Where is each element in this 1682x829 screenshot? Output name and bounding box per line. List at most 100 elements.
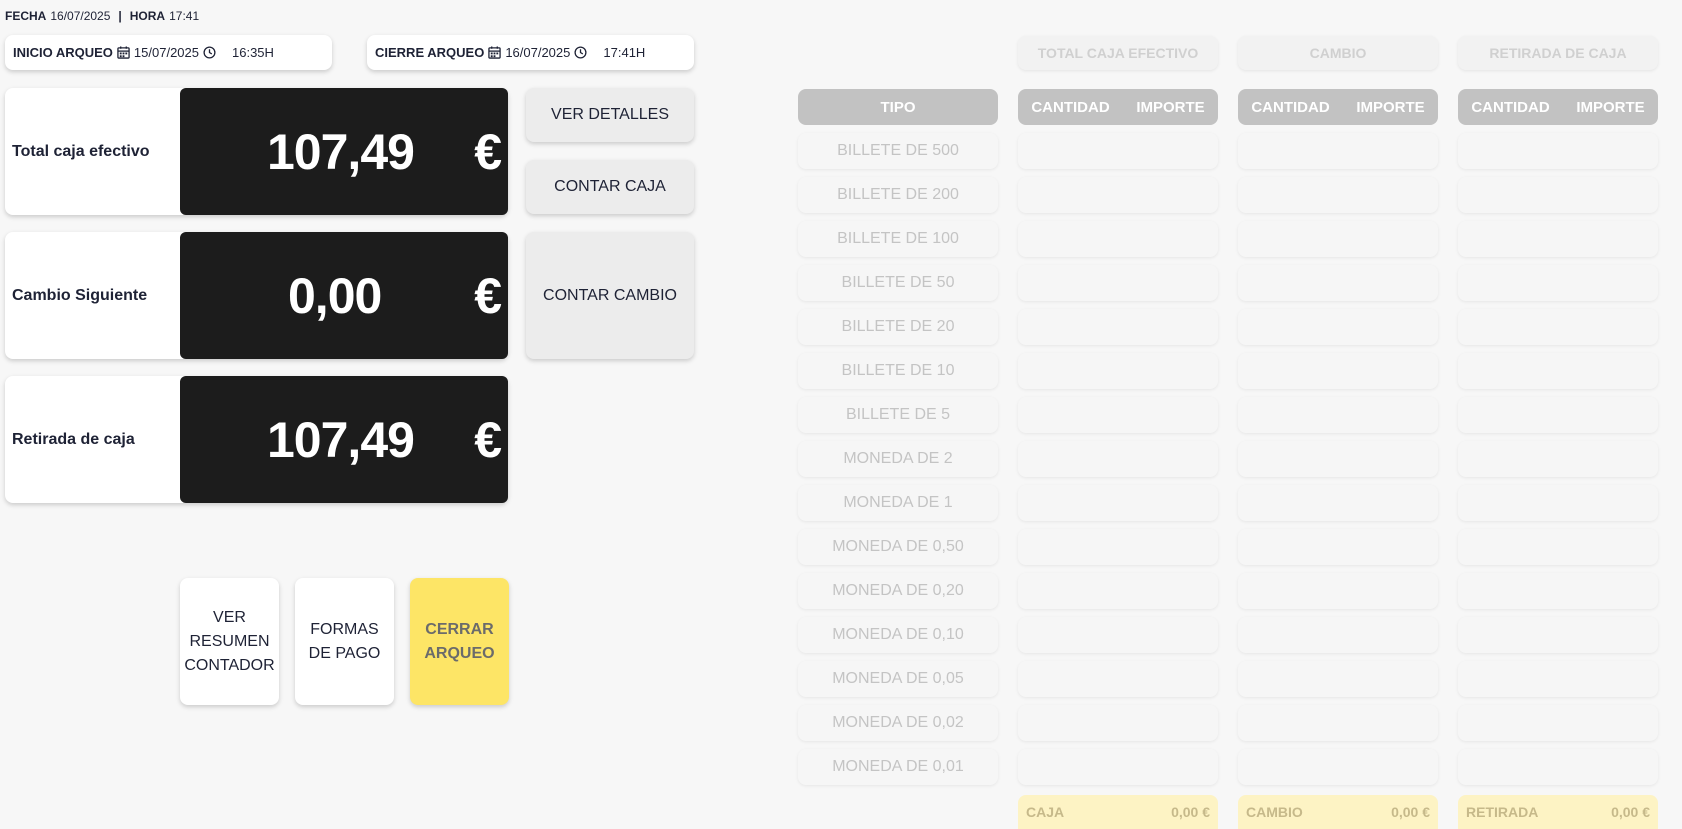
tipo-cell: BILLETE DE 5 (798, 397, 998, 433)
total-caja-cell[interactable] (1018, 309, 1218, 345)
retirada-de-caja-title: RETIRADA DE CAJA (1458, 36, 1658, 70)
retirada-cell[interactable] (1458, 529, 1658, 565)
ver-detalles-button[interactable]: VER DETALLES (526, 88, 694, 142)
retirada-header: CANTIDAD IMPORTE (1458, 89, 1658, 125)
retirada-cell[interactable] (1458, 705, 1658, 741)
cambio-cell[interactable] (1238, 485, 1438, 521)
fecha-label: FECHA (5, 9, 47, 23)
cierre-arqueo-time: 17:41H (603, 45, 646, 60)
cantidad-header: CANTIDAD (1031, 98, 1110, 116)
inicio-arqueo-date: 15/07/2025 (133, 45, 199, 60)
cambio-cell[interactable] (1238, 177, 1438, 213)
tipo-cell: MONEDA DE 0,05 (798, 661, 998, 697)
total-caja-label: Total caja efectivo (12, 142, 150, 160)
total-caja-cell[interactable] (1018, 441, 1218, 477)
cierre-arqueo-label: CIERRE ARQUEO (375, 45, 485, 60)
total-caja-cell[interactable] (1018, 705, 1218, 741)
cierre-arqueo-box[interactable]: CIERRE ARQUEO 16/07/2025 17:41H (367, 35, 694, 70)
inicio-arqueo-label: INICIO ARQUEO (13, 45, 113, 60)
total-caja-header: CANTIDAD IMPORTE (1018, 89, 1218, 125)
caja-total: CAJA 0,00 € (1018, 795, 1218, 829)
formas-de-pago-button[interactable]: FORMAS DE PAGO (295, 578, 394, 705)
cambio-cell[interactable] (1238, 133, 1438, 169)
cambio-siguiente-value: 0,00 (288, 267, 382, 324)
importe-header: IMPORTE (1136, 98, 1205, 116)
retirada-cell[interactable] (1458, 309, 1658, 345)
euro-icon: € (474, 411, 502, 468)
tipo-cell: MONEDA DE 1 (798, 485, 998, 521)
cambio-cell[interactable] (1238, 573, 1438, 609)
cambio-cell[interactable] (1238, 441, 1438, 477)
cambio-total-value: 0,00 € (1391, 804, 1430, 820)
date-time-bar: FECHA 16/07/2025 | HORA 17:41 (5, 9, 199, 23)
contar-caja-button[interactable]: CONTAR CAJA (526, 160, 694, 214)
ver-resumen-contador-button[interactable]: VER RESUMEN CONTADOR (180, 578, 279, 705)
retirada-caja-card: Retirada de caja 107,49 € (5, 376, 508, 503)
retirada-cell[interactable] (1458, 133, 1658, 169)
total-caja-cell[interactable] (1018, 397, 1218, 433)
cambio-cell[interactable] (1238, 397, 1438, 433)
total-caja-cell[interactable] (1018, 661, 1218, 697)
cambio-cell[interactable] (1238, 705, 1438, 741)
retirada-cell[interactable] (1458, 617, 1658, 653)
cambio-cell[interactable] (1238, 661, 1438, 697)
total-caja-cell[interactable] (1018, 265, 1218, 301)
inicio-arqueo-time: 16:35H (232, 45, 274, 60)
cantidad-header: CANTIDAD (1251, 98, 1330, 116)
cierre-arqueo-date: 16/07/2025 (505, 45, 571, 60)
cambio-title: CAMBIO (1238, 36, 1438, 70)
total-caja-cell[interactable] (1018, 485, 1218, 521)
cambio-cell[interactable] (1238, 529, 1438, 565)
cambio-cell[interactable] (1238, 617, 1438, 653)
cambio-cell[interactable] (1238, 221, 1438, 257)
total-caja-cell[interactable] (1018, 529, 1218, 565)
tipo-cell: MONEDA DE 0,50 (798, 529, 998, 565)
retirada-cell[interactable] (1458, 353, 1658, 389)
cantidad-header: CANTIDAD (1471, 98, 1550, 116)
cerrar-arqueo-button[interactable]: CERRAR ARQUEO (410, 578, 509, 705)
clock-icon (574, 46, 587, 59)
tipo-cell: BILLETE DE 500 (798, 133, 998, 169)
retirada-total-label: RETIRADA (1466, 804, 1539, 820)
inicio-arqueo-box[interactable]: INICIO ARQUEO 15/07/2025 16:35H (5, 35, 332, 70)
total-caja-value: 107,49 (267, 123, 415, 180)
retirada-cell[interactable] (1458, 441, 1658, 477)
total-caja-panel: 107,49 € (180, 88, 508, 215)
tipo-cell: MONEDA DE 0,02 (798, 705, 998, 741)
cambio-siguiente-panel: 0,00 € (180, 232, 508, 359)
total-caja-efectivo-title: TOTAL CAJA EFECTIVO (1018, 36, 1218, 70)
cambio-cell[interactable] (1238, 309, 1438, 345)
euro-icon: € (474, 267, 502, 324)
tipo-cell: BILLETE DE 20 (798, 309, 998, 345)
tipo-header-label: TIPO (880, 98, 916, 116)
tipo-cell: MONEDA DE 0,01 (798, 749, 998, 785)
retirada-cell[interactable] (1458, 573, 1658, 609)
retirada-cell[interactable] (1458, 749, 1658, 785)
total-caja-cell[interactable] (1018, 617, 1218, 653)
tipo-cell: BILLETE DE 100 (798, 221, 998, 257)
tipo-cell: BILLETE DE 200 (798, 177, 998, 213)
retirada-cell[interactable] (1458, 221, 1658, 257)
contar-cambio-button[interactable]: CONTAR CAMBIO (526, 232, 694, 359)
cambio-cell[interactable] (1238, 265, 1438, 301)
retirada-cell[interactable] (1458, 485, 1658, 521)
retirada-cell[interactable] (1458, 397, 1658, 433)
retirada-total: RETIRADA 0,00 € (1458, 795, 1658, 829)
retirada-cell[interactable] (1458, 177, 1658, 213)
retirada-cell[interactable] (1458, 265, 1658, 301)
total-caja-cell[interactable] (1018, 177, 1218, 213)
total-caja-cell[interactable] (1018, 221, 1218, 257)
total-caja-cell[interactable] (1018, 353, 1218, 389)
cambio-cell[interactable] (1238, 353, 1438, 389)
retirada-cell[interactable] (1458, 661, 1658, 697)
total-caja-card: Total caja efectivo 107,49 € (5, 88, 508, 215)
retirada-total-value: 0,00 € (1611, 804, 1650, 820)
separator: | (118, 9, 122, 23)
cambio-siguiente-card: Cambio Siguiente 0,00 € (5, 232, 508, 359)
hora-label: HORA (129, 9, 166, 23)
total-caja-cell[interactable] (1018, 133, 1218, 169)
calendar-icon (117, 46, 130, 59)
cambio-cell[interactable] (1238, 749, 1438, 785)
total-caja-cell[interactable] (1018, 749, 1218, 785)
total-caja-cell[interactable] (1018, 573, 1218, 609)
